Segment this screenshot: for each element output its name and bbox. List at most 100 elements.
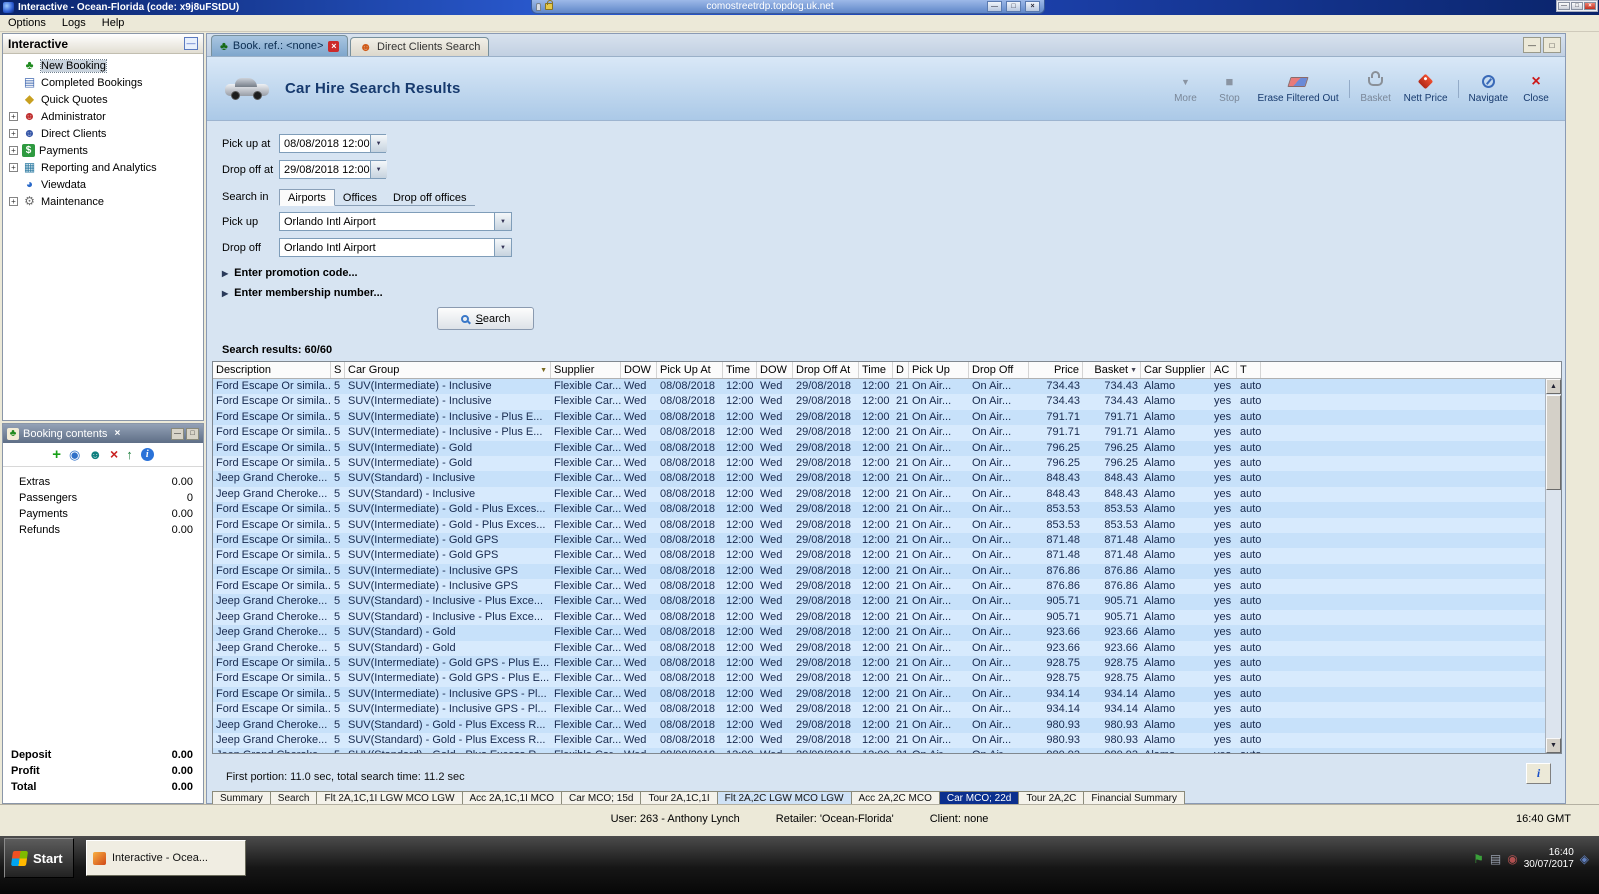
result-row[interactable]: Ford Escape Or simila... 5 SUV(Intermedi…: [213, 579, 1545, 595]
col-car-group[interactable]: Car Group: [345, 362, 551, 378]
expand-plus-icon[interactable]: +: [9, 197, 18, 206]
sidebar-item[interactable]: + Payments: [3, 142, 203, 159]
sidebar-item[interactable]: Viewdata: [3, 176, 203, 193]
stop-button[interactable]: Stop: [1208, 72, 1250, 106]
scrollbar-thumb[interactable]: [1546, 395, 1561, 490]
taskbar-clock[interactable]: 16:40 30/07/2017: [1524, 847, 1574, 872]
tray-status-icon[interactable]: [1507, 852, 1517, 866]
expand-plus-icon[interactable]: +: [9, 146, 18, 155]
booking-contents-maximize-button[interactable]: [186, 427, 199, 440]
info-icon[interactable]: [140, 448, 154, 461]
expand-plus-icon[interactable]: +: [9, 112, 18, 121]
result-row[interactable]: Ford Escape Or simila... 5 SUV(Intermedi…: [213, 517, 1545, 533]
sidebar-item[interactable]: Quick Quotes: [3, 91, 203, 108]
navigate-button[interactable]: Navigate: [1464, 72, 1513, 106]
drop-off-at-combo[interactable]: 29/08/2018 12:00: [279, 160, 387, 179]
move-up-icon[interactable]: [126, 448, 133, 462]
result-row[interactable]: Jeep Grand Cheroke... 5 SUV(Standard) - …: [213, 640, 1545, 657]
chevron-down-icon[interactable]: [369, 135, 387, 152]
membership-number-expander[interactable]: Enter membership number...: [222, 287, 383, 299]
result-row[interactable]: Ford Escape Or simila... 5 SUV(Intermedi…: [213, 440, 1545, 456]
result-row[interactable]: Jeep Grand Cheroke... 5 SUV(Standard) - …: [213, 748, 1545, 753]
col-basket[interactable]: Basket: [1083, 362, 1141, 378]
result-row[interactable]: Ford Escape Or simila... 5 SUV(Intermedi…: [213, 671, 1545, 687]
outer-restore-button[interactable]: [1571, 2, 1583, 10]
pin-icon[interactable]: [536, 2, 541, 11]
basket-button[interactable]: Basket: [1355, 71, 1397, 106]
filter-funnel-icon[interactable]: [540, 367, 547, 374]
booking-contents-close-icon[interactable]: [111, 428, 123, 440]
start-button[interactable]: Start: [4, 838, 74, 878]
result-row[interactable]: Jeep Grand Cheroke... 5 SUV(Standard) - …: [213, 625, 1545, 641]
taskbar-app-button[interactable]: Interactive - Ocea...: [86, 840, 246, 876]
result-row[interactable]: Ford Escape Or simila... 5 SUV(Intermedi…: [213, 379, 1545, 395]
booking-contents-row[interactable]: Passengers 0: [3, 492, 203, 508]
add-icon[interactable]: [52, 448, 61, 462]
col-ac[interactable]: AC: [1211, 362, 1237, 378]
sidebar-item[interactable]: + Reporting and Analytics: [3, 159, 203, 176]
vertical-scrollbar[interactable]: [1545, 379, 1561, 753]
col-s[interactable]: S: [331, 362, 345, 378]
result-row[interactable]: Ford Escape Or simila... 5 SUV(Intermedi…: [213, 656, 1545, 672]
chevron-down-icon[interactable]: [494, 213, 511, 230]
result-row[interactable]: Ford Escape Or simila... 5 SUV(Intermedi…: [213, 548, 1545, 564]
rdp-close-button[interactable]: [1025, 1, 1040, 12]
sidebar-item[interactable]: Completed Bookings: [3, 74, 203, 91]
tab-direct-clients-search[interactable]: Direct Clients Search: [350, 37, 490, 56]
more-button[interactable]: More: [1164, 72, 1206, 106]
scroll-up-icon[interactable]: [1546, 379, 1561, 394]
col-t[interactable]: T: [1237, 362, 1261, 378]
booking-contents-row[interactable]: Extras 0.00: [3, 476, 203, 492]
col-drop-off-at[interactable]: Drop Off At: [793, 362, 859, 378]
result-row[interactable]: Ford Escape Or simila... 5 SUV(Intermedi…: [213, 702, 1545, 718]
menu-logs[interactable]: Logs: [54, 17, 94, 29]
result-row[interactable]: Ford Escape Or simila... 5 SUV(Intermedi…: [213, 532, 1545, 549]
rdp-minimize-button[interactable]: [987, 1, 1002, 12]
result-row[interactable]: Jeep Grand Cheroke... 5 SUV(Standard) - …: [213, 486, 1545, 503]
col-pick-up-at[interactable]: Pick Up At: [657, 362, 723, 378]
passengers-icon[interactable]: [88, 448, 102, 462]
outer-minimize-button[interactable]: [1558, 2, 1570, 10]
tray-display-icon[interactable]: [1490, 852, 1501, 866]
tray-flag-icon[interactable]: [1473, 852, 1484, 866]
result-row[interactable]: Jeep Grand Cheroke... 5 SUV(Standard) - …: [213, 594, 1545, 610]
col-supplier[interactable]: Supplier: [551, 362, 621, 378]
info-button[interactable]: i: [1526, 763, 1551, 784]
chevron-down-icon[interactable]: [369, 161, 387, 178]
result-row[interactable]: Ford Escape Or simila... 5 SUV(Intermedi…: [213, 394, 1545, 410]
result-row[interactable]: Ford Escape Or simila... 5 SUV(Intermedi…: [213, 409, 1545, 426]
col-dow-pick[interactable]: DOW: [621, 362, 657, 378]
result-row[interactable]: Jeep Grand Cheroke... 5 SUV(Standard) - …: [213, 717, 1545, 733]
result-row[interactable]: Ford Escape Or simila... 5 SUV(Intermedi…: [213, 455, 1545, 472]
tab-close-icon[interactable]: [328, 40, 340, 52]
chevron-down-icon[interactable]: [494, 239, 511, 256]
nett-price-button[interactable]: Nett Price: [1399, 72, 1453, 106]
result-row[interactable]: Ford Escape Or simila... 5 SUV(Intermedi…: [213, 502, 1545, 518]
tab-drop-off-offices[interactable]: Drop off offices: [385, 190, 475, 205]
result-row[interactable]: Ford Escape Or simila... 5 SUV(Intermedi…: [213, 563, 1545, 580]
result-row[interactable]: Ford Escape Or simila... 5 SUV(Intermedi…: [213, 686, 1545, 703]
globe-icon[interactable]: [69, 448, 80, 462]
tab-offices[interactable]: Offices: [335, 190, 385, 205]
result-row[interactable]: Jeep Grand Cheroke... 5 SUV(Standard) - …: [213, 732, 1545, 749]
panel-collapse-button[interactable]: [184, 37, 198, 50]
col-description[interactable]: Description: [213, 362, 331, 378]
outer-close-button[interactable]: [1584, 2, 1596, 10]
col-dow-drop[interactable]: DOW: [757, 362, 793, 378]
result-row[interactable]: Jeep Grand Cheroke... 5 SUV(Standard) - …: [213, 609, 1545, 626]
col-price[interactable]: Price: [1029, 362, 1083, 378]
booking-contents-row[interactable]: Payments 0.00: [3, 508, 203, 524]
expand-plus-icon[interactable]: +: [9, 129, 18, 138]
col-days[interactable]: D: [893, 362, 909, 378]
search-button[interactable]: Search: [437, 307, 534, 330]
sidebar-item[interactable]: + Maintenance: [3, 193, 203, 210]
rdp-restore-button[interactable]: [1006, 1, 1021, 12]
sidebar-item[interactable]: New Booking: [3, 57, 203, 74]
result-row[interactable]: Ford Escape Or simila... 5 SUV(Intermedi…: [213, 425, 1545, 441]
sidebar-item[interactable]: + Administrator: [3, 108, 203, 125]
sidebar-item[interactable]: + Direct Clients: [3, 125, 203, 142]
panel-minimize-button[interactable]: [1523, 37, 1541, 53]
erase-filtered-out-button[interactable]: Erase Filtered Out: [1252, 72, 1343, 106]
promotion-code-expander[interactable]: Enter promotion code...: [222, 267, 357, 279]
menu-help[interactable]: Help: [94, 17, 133, 29]
